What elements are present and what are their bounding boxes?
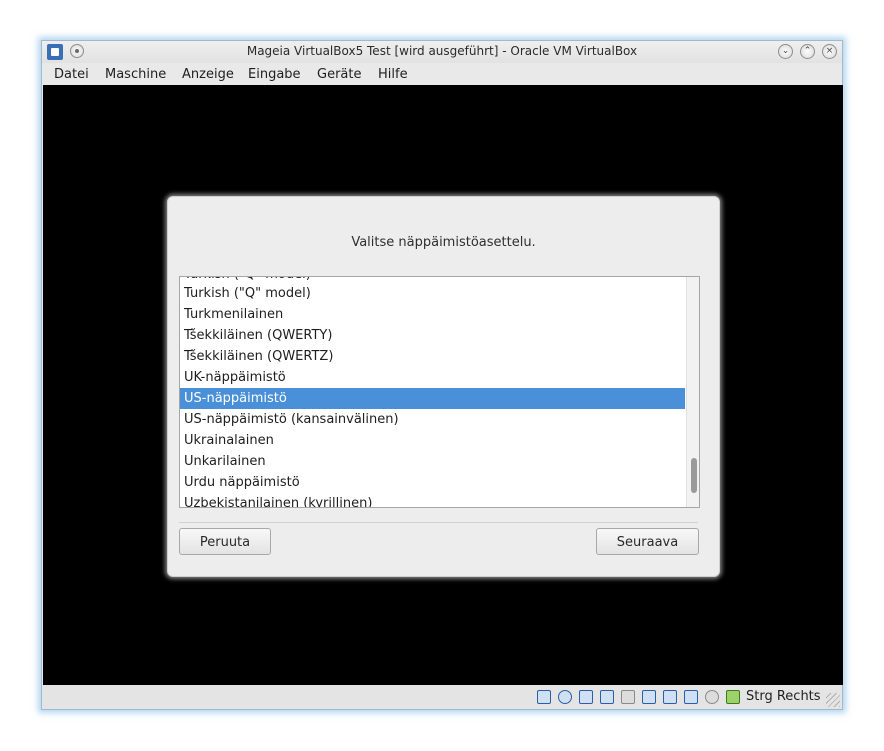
cancel-button[interactable]: Peruuta (179, 528, 271, 555)
resize-grip-icon[interactable] (826, 693, 840, 707)
menu-geraete[interactable]: Geräte (317, 67, 361, 82)
host-key-label: Strg Rechts (746, 689, 821, 704)
menu-maschine[interactable]: Maschine (105, 67, 166, 82)
video-capture-icon[interactable] (684, 690, 698, 704)
menu-bar: Datei Maschine Anzeige Eingabe Geräte Hi… (42, 63, 842, 85)
mouse-integration-icon[interactable] (705, 690, 719, 704)
menu-hilfe[interactable]: Hilfe (378, 67, 408, 82)
dialog-prompt: Valitse näppäimistöasettelu. (351, 235, 536, 250)
usb-icon[interactable] (621, 690, 635, 704)
menu-datei[interactable]: Datei (54, 67, 89, 82)
list-item[interactable]: Tšekkiläinen (QWERTY) (180, 325, 685, 346)
list-item[interactable]: Unkarilainen (180, 451, 685, 472)
scrollbar-thumb[interactable] (691, 458, 697, 493)
list-item[interactable]: Uzbekistanilainen (kyrillinen) (180, 493, 685, 507)
list-item-selected[interactable]: US-näppäimistö (180, 388, 685, 409)
virtualbox-window: Mageia VirtualBox5 Test [wird ausgeführt… (41, 40, 843, 710)
list-item[interactable]: Ukrainalainen (180, 430, 685, 451)
optical-drive-icon[interactable] (558, 690, 572, 704)
vm-display[interactable]: Valitse näppäimistöasettelu. Turkish ("Q… (43, 85, 843, 685)
list-item[interactable]: Urdu näppäimistö (180, 472, 685, 493)
list-item[interactable]: Turkmenilainen (180, 304, 685, 325)
status-bar: Strg Rechts (42, 685, 842, 709)
menu-eingabe[interactable]: Eingabe (248, 67, 301, 82)
window-title: Mageia VirtualBox5 Test [wird ausgeführt… (246, 44, 638, 58)
shared-folders-icon[interactable] (642, 690, 656, 704)
list-scrollbar[interactable] (686, 277, 699, 507)
keyboard-layout-list[interactable]: Turkish ("Q" model) Turkish ("Q" model) … (179, 276, 700, 508)
display-icon[interactable] (663, 690, 677, 704)
list-item[interactable]: Tšekkiläinen (QWERTZ) (180, 346, 685, 367)
hard-disk-icon[interactable] (537, 690, 551, 704)
keyboard-capture-icon[interactable] (726, 690, 740, 704)
audio-icon[interactable] (579, 690, 593, 704)
maximize-icon[interactable]: ⌃ (800, 44, 815, 59)
list-item[interactable]: Turkish ("Q" model) (180, 283, 685, 304)
minimize-icon[interactable]: ⌄ (778, 44, 793, 59)
list-item[interactable]: US-näppäimistö (kansainvälinen) (180, 409, 685, 430)
close-icon[interactable]: × (822, 44, 837, 59)
next-button[interactable]: Seuraava (596, 528, 699, 555)
menu-anzeige[interactable]: Anzeige (182, 67, 234, 82)
network-icon[interactable] (600, 690, 614, 704)
list-item[interactable]: UK-näppäimistö (180, 367, 685, 388)
keyboard-layout-dialog: Valitse näppäimistöasettelu. Turkish ("Q… (167, 196, 720, 577)
title-bar[interactable]: Mageia VirtualBox5 Test [wird ausgeführt… (42, 41, 842, 63)
dialog-separator (179, 522, 698, 523)
